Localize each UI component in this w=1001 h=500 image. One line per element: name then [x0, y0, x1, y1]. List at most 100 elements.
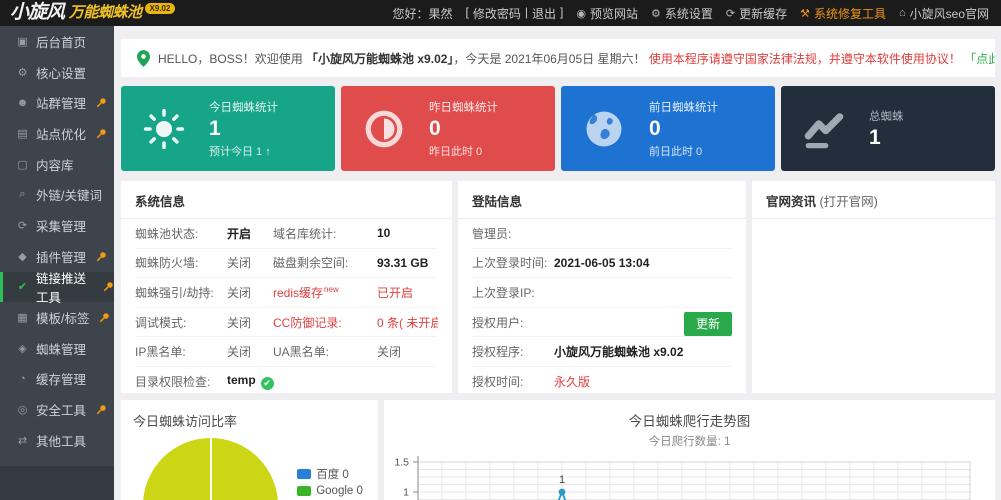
table-row: IP黑名单: 关闭 UA黑名单: 关闭 [135, 337, 438, 367]
sidebar-item-site-group[interactable]: ☻ 站群管理 [0, 87, 114, 118]
welcome-bar: HELLO，BOSS！欢迎使用 「小旋风万能蜘蛛池 x9.02」，今天是 202… [121, 39, 995, 77]
sidebar-item-security[interactable]: ◎ 安全工具 [0, 394, 114, 425]
gear-icon: ⚙ [650, 7, 661, 20]
sidebar-item-templates[interactable]: ▦ 模板/标签 [0, 302, 114, 333]
separator: | [524, 4, 528, 19]
settings-icon: ⚙ [17, 66, 28, 79]
sys-value: 关闭 [227, 315, 252, 330]
legend-item[interactable]: 百度 0 [297, 466, 368, 482]
wrench-icon: ⚒ [800, 7, 810, 20]
menu-item-preview-site[interactable]: ◉ 预览网站 [576, 5, 638, 22]
logout-link[interactable]: 退出 [532, 5, 556, 22]
greeting-text: 您好：果然 [392, 5, 452, 22]
main-content: HELLO，BOSS！欢迎使用 「小旋风万能蜘蛛池 x9.02」，今天是 202… [114, 26, 1001, 500]
spider-trend-panel: 今日蜘蛛爬行走势图 今日爬行数量: 1 1.5 1 1 [384, 400, 995, 500]
dashboard-icon: ▣ [17, 35, 28, 48]
svg-text:1.5: 1.5 [394, 457, 409, 469]
sidebar-item-collect[interactable]: ⟳ 采集管理 [0, 210, 114, 241]
page: 小旋风 万能蜘蛛池 X9.02 您好：果然 [修改密码 | 退出] ◉ 预览网站… [0, 0, 1001, 500]
sys-label: UA黑名单: [273, 345, 330, 360]
sys-label: 蜘蛛强引/劫持: [135, 285, 214, 300]
sys-value: 关闭 [377, 345, 402, 360]
stat-label: 前日蜘蛛统计 [649, 101, 718, 114]
sys-label: 域名库统计: [273, 226, 337, 241]
username: 果然 [428, 6, 453, 21]
sidebar-item-core-settings[interactable]: ⚙ 核心设置 [0, 57, 114, 88]
open-official-site-link[interactable]: (打开官网) [820, 195, 878, 209]
sidebar-item-label: 插件管理 [36, 250, 87, 265]
stat-cards: 今日蜘蛛统计 1 预计今日 1 ↑ 昨日蜘蛛统计 0 昨日此时 0 前日蜘蛛统计… [121, 86, 995, 171]
news-panel: 官网资讯 (打开官网) [752, 181, 995, 393]
sidebar-item-link-push[interactable]: ✔ 链接推送工具 [0, 271, 114, 305]
product-name: 「小旋风万能蜘蛛池 x9.02」 [306, 51, 454, 66]
top-header: 小旋风 万能蜘蛛池 X9.02 您好：果然 [修改密码 | 退出] ◉ 预览网站… [0, 0, 1001, 26]
sidebar-item-spiders[interactable]: ◈ 蜘蛛管理 [0, 333, 114, 364]
cc-defense-link[interactable]: CC防御记录: [273, 314, 377, 331]
sidebar-item-content-library[interactable]: ▢ 内容库 [0, 149, 114, 180]
menu-item-system-settings[interactable]: ⚙ 系统设置 [651, 5, 713, 22]
sys-value: 关闭 [227, 345, 252, 360]
welcome-hello: HELLO，BOSS！欢迎使用 [158, 51, 303, 66]
legend-swatch [297, 469, 312, 479]
logo-sub-text: 万能蜘蛛池 [69, 4, 142, 21]
table-row: 授权用户: 更新 [472, 308, 732, 338]
location-pin-icon [137, 49, 150, 67]
menu-label: 系统修复工具 [813, 6, 886, 21]
sidebar-item-label: 站群管理 [36, 97, 87, 112]
sys-label: 蜘蛛防火墙: [135, 256, 199, 271]
redis-cache-link[interactable]: redis缓存new [273, 284, 377, 301]
menu-item-repair-tool[interactable]: ⚒ 系统修复工具 [800, 5, 886, 22]
stat-label: 今日蜘蛛统计 [209, 101, 278, 114]
sys-value: 0 条( 未开启 ) [377, 315, 438, 330]
stat-label: 总蜘蛛 [869, 111, 904, 123]
sidebar-item-dashboard[interactable]: ▣ 后台首页 [0, 26, 114, 57]
sys-label: redis缓存 [273, 285, 324, 300]
stat-value: 1 [869, 126, 881, 149]
plugin-icon: ◆ [18, 250, 27, 263]
sidebar-item-site-optimize[interactable]: ▤ 站点优化 [0, 118, 114, 149]
other-tools-icon: ⇄ [17, 434, 28, 447]
sidebar-item-cache[interactable]: ◔ 缓存管理 [0, 364, 114, 395]
change-password-link[interactable]: 修改密码 [473, 5, 521, 22]
security-icon: ◎ [17, 404, 28, 417]
login-label: 上次登录IP: [472, 285, 535, 300]
site-optimize-icon: ▤ [17, 127, 28, 140]
login-label: 上次登录时间: [472, 256, 548, 271]
news-title: 官网资讯 [766, 195, 817, 209]
stat-card-today: 今日蜘蛛统计 1 预计今日 1 ↑ [121, 86, 335, 171]
charts-row: 今日蜘蛛访问比率 百度 0Google 0360蜘蛛 0 今日蜘蛛爬行走势图 今… [121, 400, 995, 500]
menu-item-update-cache[interactable]: ⟳ 更新缓存 [726, 5, 787, 22]
svg-text:1: 1 [403, 487, 409, 499]
pin-icon [96, 251, 106, 261]
logo-main-text: 小旋风 [10, 2, 65, 23]
sidebar-item-other-tools[interactable]: ⇄ 其他工具 [0, 425, 114, 456]
sidebar-item-label: 内容库 [36, 158, 74, 173]
legend-item[interactable]: Google 0 [297, 485, 368, 497]
login-label: 授权时间: [472, 375, 524, 390]
svg-text:1: 1 [559, 474, 565, 486]
stat-card-day-before: 前日蜘蛛统计 0 前日此时 0 [561, 86, 775, 171]
sidebar-item-label: 链接推送工具 [36, 271, 87, 305]
header-menu: 您好：果然 [修改密码 | 退出] ◉ 预览网站 ⚙ 系统设置 ⟳ 更新缓存 ⚒… [392, 5, 989, 22]
check-icon: ✔ [260, 377, 274, 391]
sidebar-footer [0, 466, 114, 500]
stat-card-yesterday: 昨日蜘蛛统计 0 昨日此时 0 [341, 86, 555, 171]
table-row: 授权时间: 永久版 [472, 367, 732, 393]
new-badge: new [324, 284, 339, 294]
login-label: 授权用户: [472, 315, 524, 330]
agreement-link[interactable]: 「点此查看协议」 [964, 52, 995, 66]
bracket: [ [465, 4, 469, 19]
pie-legend: 百度 0Google 0360蜘蛛 0 [297, 466, 368, 500]
sys-label: 目录权限检查: [135, 375, 211, 390]
update-auth-button[interactable]: 更新 [683, 311, 732, 336]
login-value: 小旋风万能蜘蛛池 x9.02 [554, 345, 684, 360]
panel-title: 登陆信息 [458, 181, 746, 219]
table-row: 蜘蛛防火墙: 关闭 磁盘剩余空间: 93.31 GB [135, 249, 438, 279]
pin-icon [96, 405, 106, 415]
sidebar-item-label: 模板/标签 [36, 312, 90, 327]
sys-label: 磁盘剩余空间: [273, 256, 349, 271]
sidebar-item-keywords[interactable]: ⌕ 外链/关键词 [0, 179, 114, 210]
table-row: 蜘蛛强引/劫持: 关闭 redis缓存new 已开启 [135, 278, 438, 308]
table-row: 管理员: [472, 219, 732, 249]
menu-item-official-site[interactable]: ⌂ 小旋风seo官网 [899, 5, 989, 22]
